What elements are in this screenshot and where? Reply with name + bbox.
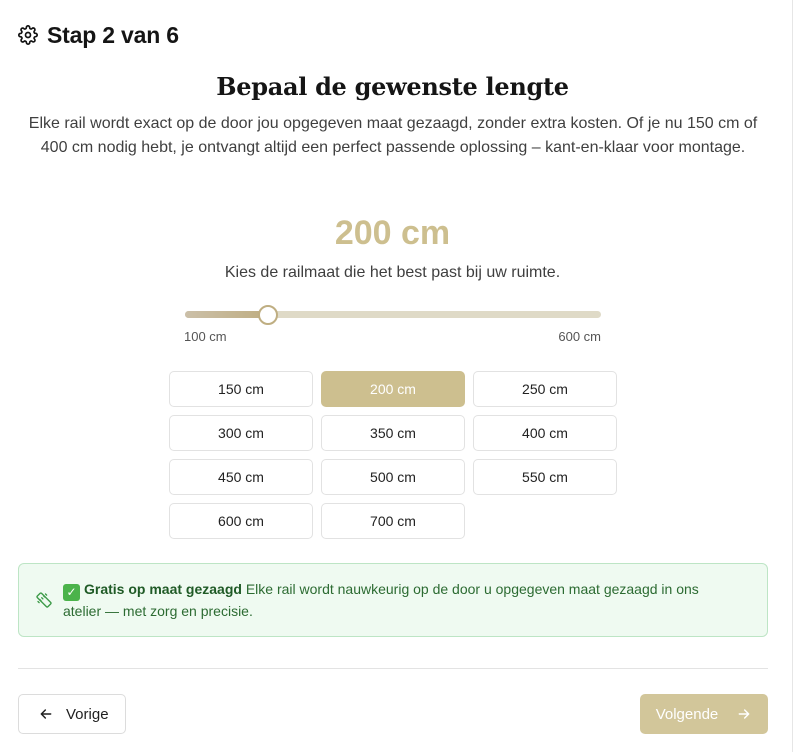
arrow-left-icon — [38, 706, 54, 722]
info-banner: ✓ Gratis op maat gezaagd Elke rail wordt … — [18, 563, 768, 637]
arrow-right-icon — [736, 706, 752, 722]
length-hint: Kies de railmaat die het best past bij u… — [224, 264, 561, 281]
gear-icon — [18, 25, 38, 45]
previous-button-label: Vorige — [66, 705, 109, 723]
size-option-button[interactable]: 250 cm — [473, 371, 617, 407]
size-option-button[interactable]: 400 cm — [473, 415, 617, 451]
size-option-button[interactable]: 350 cm — [321, 415, 465, 451]
ruler-icon — [35, 591, 53, 609]
size-option-button[interactable]: 550 cm — [473, 459, 617, 495]
slider-max-label: 600 cm — [558, 329, 601, 344]
divider — [18, 668, 768, 669]
section-description: Elke rail wordt exact op de door jou opg… — [28, 115, 758, 156]
size-option-button[interactable]: 700 cm — [321, 503, 465, 539]
size-option-button[interactable]: 300 cm — [169, 415, 313, 451]
length-value-display: 200 cm — [334, 214, 451, 252]
check-mark-icon: ✓ — [63, 583, 80, 601]
next-button-label: Volgende — [655, 705, 719, 723]
size-option-button[interactable]: 200 cm — [321, 371, 465, 407]
size-option-button[interactable]: 450 cm — [169, 459, 313, 495]
length-slider-fill — [185, 311, 269, 318]
section-title: Bepaal de gewenste lengte — [216, 72, 569, 101]
info-strong: Gratis op maat gezaagd — [84, 581, 242, 598]
size-option-button[interactable]: 500 cm — [321, 459, 465, 495]
size-option-button[interactable]: 600 cm — [169, 503, 313, 539]
length-slider-handle[interactable] — [258, 305, 279, 325]
previous-button[interactable]: Vorige — [18, 694, 126, 734]
step-title: Stap 2 van 6 — [47, 21, 179, 48]
length-slider-track[interactable] — [185, 305, 601, 325]
size-option-button[interactable]: 150 cm — [169, 371, 313, 407]
info-text: ✓ Gratis op maat gezaagd Elke rail wordt … — [63, 579, 725, 621]
slider-min-label: 100 cm — [184, 329, 227, 344]
size-options-grid: 150 cm 200 cm 250 cm 300 cm 350 cm 400 c… — [169, 371, 617, 539]
step-header: Stap 2 van 6 — [18, 20, 179, 50]
next-button[interactable]: Volgende — [640, 694, 768, 734]
